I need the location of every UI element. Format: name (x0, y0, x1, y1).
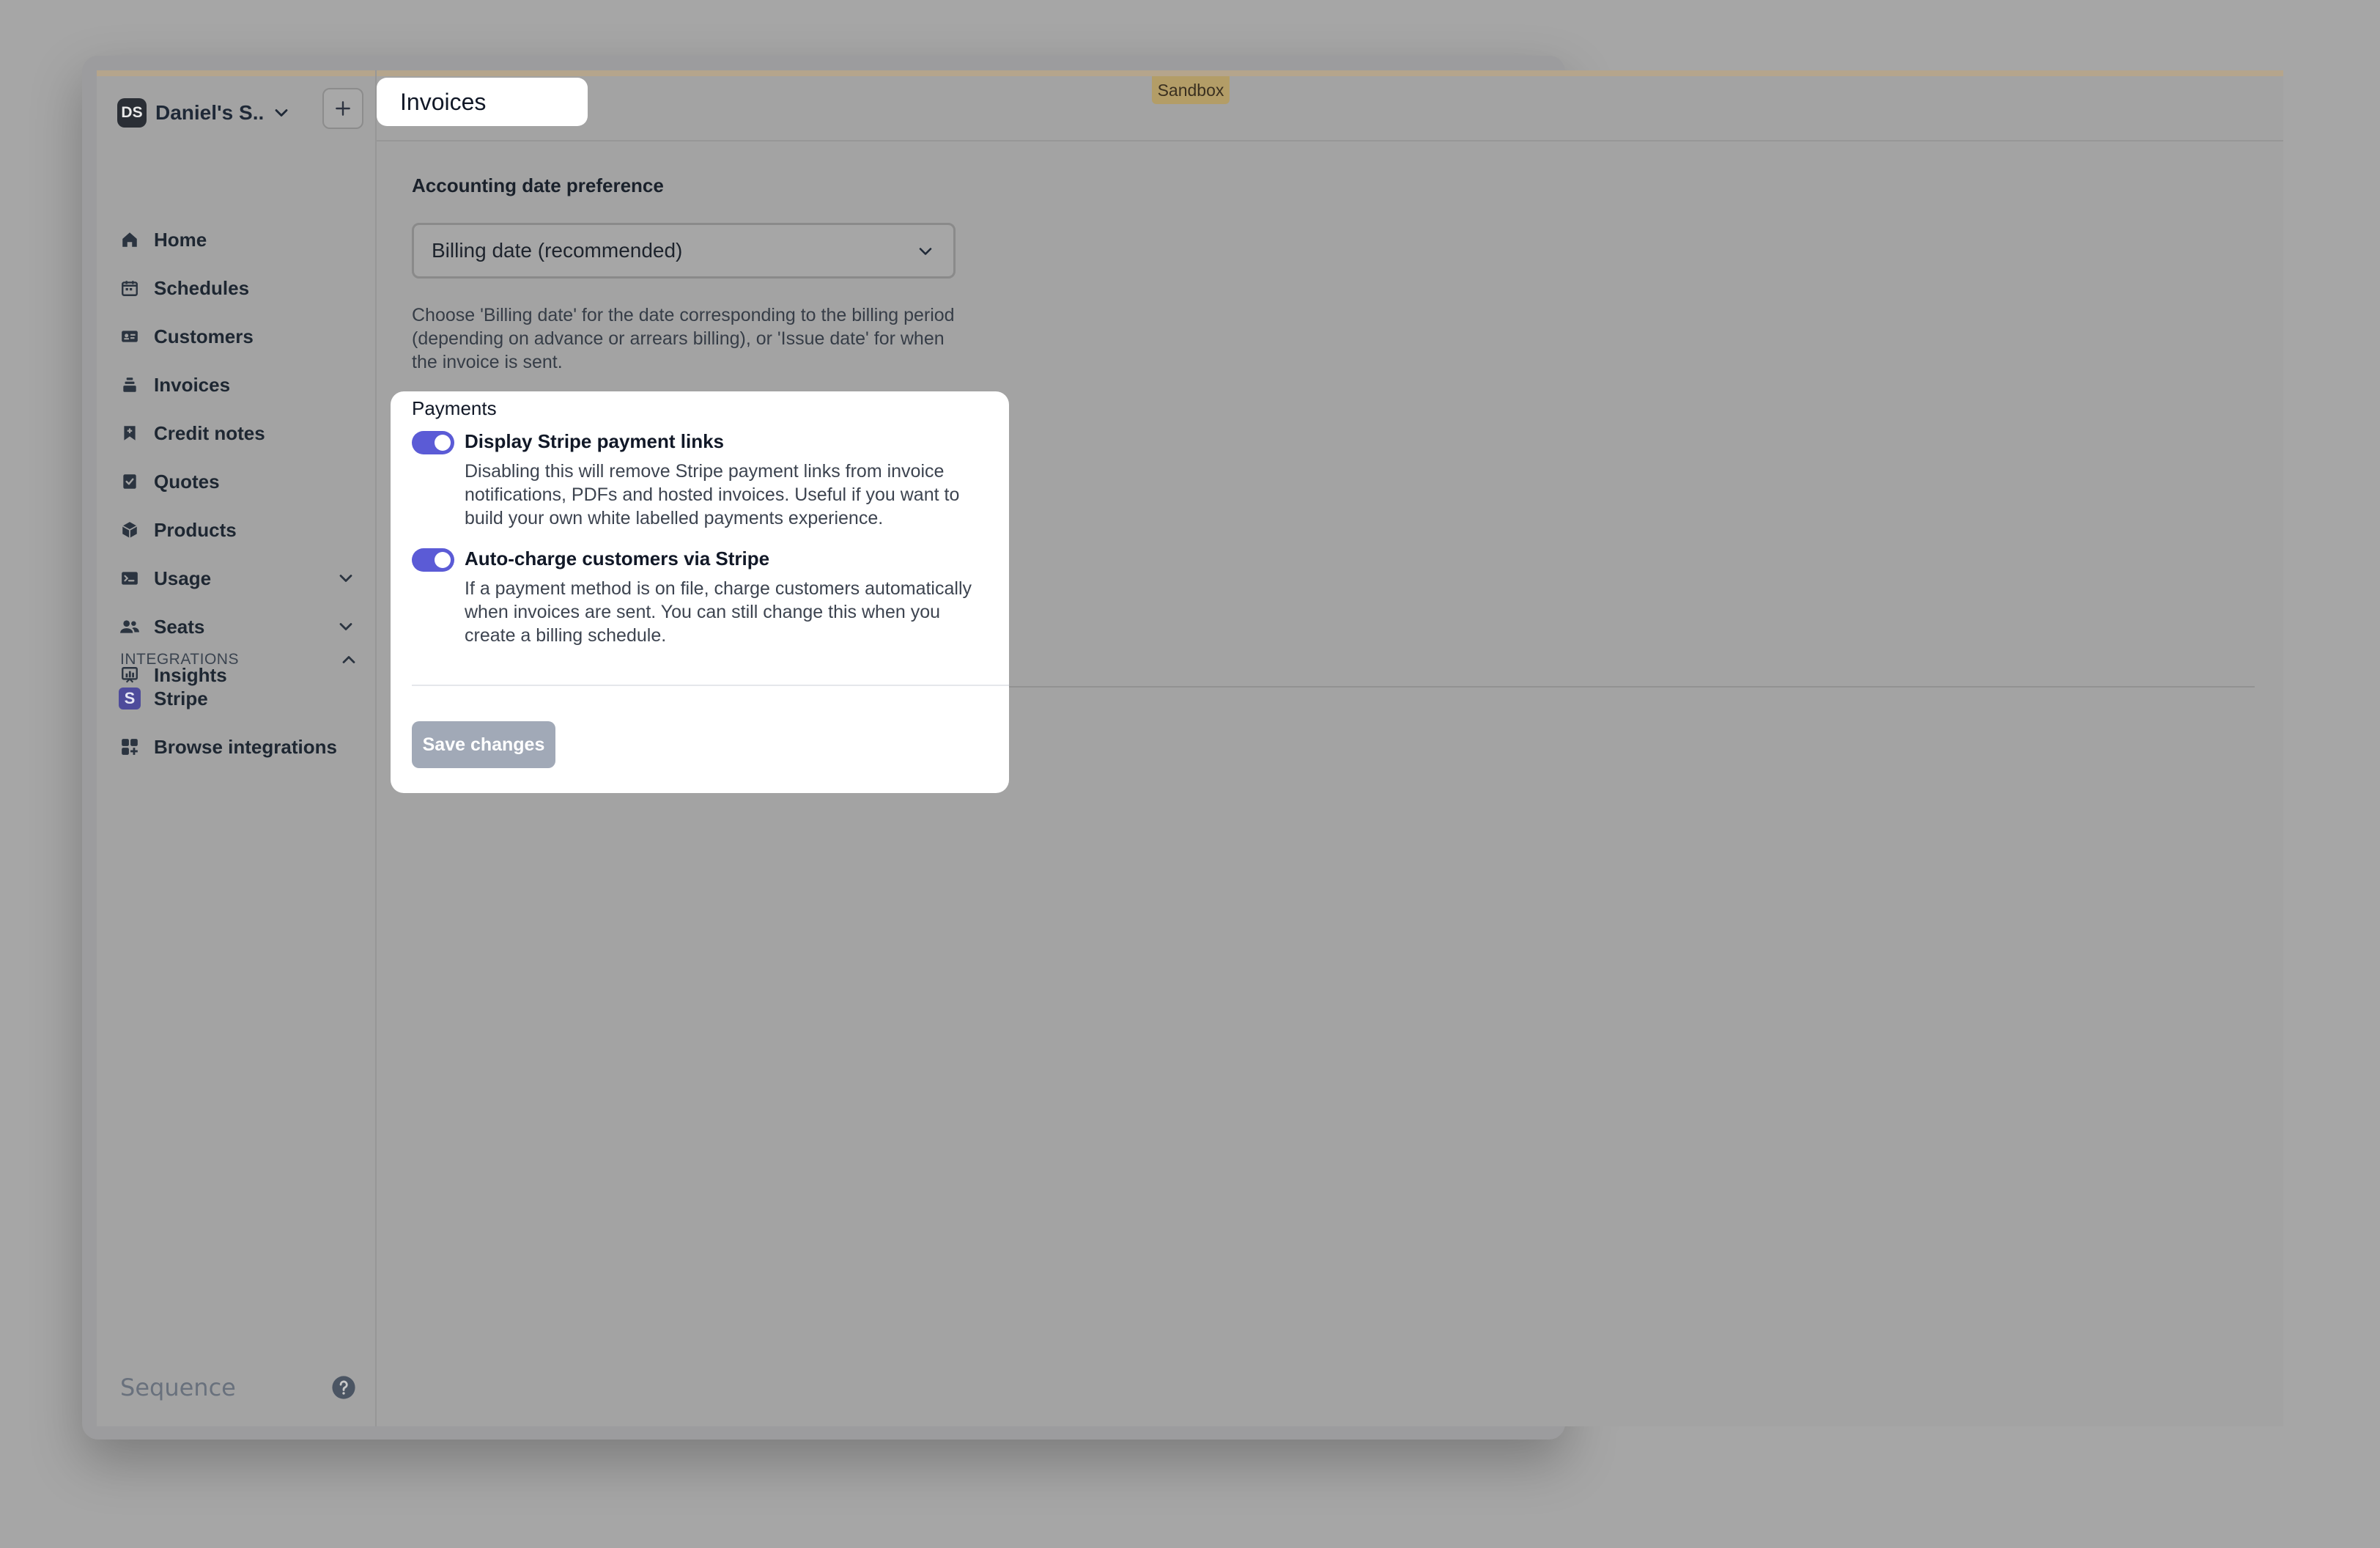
page-title-text: Invoices (400, 88, 487, 115)
sidebar-item-products[interactable]: Products (119, 506, 361, 554)
cube-icon (119, 519, 141, 541)
sidebar-item-label: Stripe (154, 687, 208, 710)
chevron-down-icon (275, 109, 288, 117)
sidebar-item-usage[interactable]: Usage (119, 554, 361, 602)
help-icon[interactable] (331, 1375, 356, 1400)
id-card-icon (119, 325, 141, 347)
plus-icon (336, 101, 350, 116)
workspace-name: Daniel's S... (155, 101, 264, 124)
grid-icon (119, 736, 141, 758)
accounting-date-select[interactable]: Billing date (recommended) (412, 223, 956, 279)
terminal-icon (119, 567, 141, 589)
sidebar-item-browse-integrations[interactable]: Browse integrations (119, 723, 361, 771)
sidebar-item-label: Seats (154, 615, 205, 638)
integrations-section-header[interactable]: INTEGRATIONS (120, 645, 362, 674)
sidebar-item-label: Home (154, 228, 207, 251)
sidebar-item-label: Credit notes (154, 421, 265, 444)
sidebar-item-seats[interactable]: Seats (119, 602, 361, 651)
sidebar-item-quotes[interactable]: Quotes (119, 457, 361, 506)
sidebar-item-schedules[interactable]: Schedules (119, 264, 361, 312)
chevron-up-icon (342, 656, 355, 663)
integrations-heading: INTEGRATIONS (120, 651, 239, 668)
auto-charge-title: Auto-charge customers via Stripe (465, 548, 770, 570)
sidebar-item-credit-notes[interactable]: Credit notes (119, 409, 361, 457)
page-header (377, 70, 2283, 141)
accounting-date-value: Billing date (recommended) (432, 239, 683, 262)
payments-card: Payments Display Stripe payment links Di… (391, 391, 1009, 793)
stripe-links-title: Display Stripe payment links (465, 430, 725, 452)
sidebar-nav: Home Schedules Customers Invoices Credit… (119, 215, 361, 699)
page-title: Invoices (377, 78, 588, 126)
sidebar-item-customers[interactable]: Customers (119, 312, 361, 361)
home-icon (119, 229, 141, 251)
auto-charge-description: If a payment method is on file, charge c… (465, 578, 972, 646)
app-window: Sandbox DS Daniel's S... Home Schedules … (97, 70, 2283, 1426)
sidebar: DS Daniel's S... Home Schedules Customer… (97, 70, 377, 1426)
sidebar-item-label: Invoices (154, 373, 231, 396)
sidebar-item-stripe[interactable]: S Stripe (119, 674, 361, 723)
integrations-nav: S Stripe Browse integrations (119, 674, 361, 771)
sidebar-item-label: Customers (154, 325, 254, 347)
save-changes-button[interactable]: Save changes (412, 721, 555, 768)
chevron-down-icon[interactable] (336, 616, 356, 637)
sidebar-item-label: Products (154, 518, 237, 541)
users-icon (119, 616, 141, 638)
bookmark-note-icon (119, 422, 141, 444)
chevron-down-icon[interactable] (336, 568, 356, 589)
chevron-down-icon (919, 248, 932, 255)
sidebar-item-home[interactable]: Home (119, 215, 361, 264)
sidebar-item-label: Schedules (154, 276, 250, 299)
sidebar-item-invoices[interactable]: Invoices (119, 361, 361, 409)
stripe-links-toggle[interactable] (412, 431, 454, 454)
check-document-icon (119, 471, 141, 493)
sidebar-item-label: Usage (154, 567, 212, 589)
sidebar-item-label: Browse integrations (154, 735, 337, 758)
payments-heading: Payments (412, 397, 497, 419)
auto-charge-toggle[interactable] (412, 548, 454, 572)
calendar-icon (119, 277, 141, 299)
sidebar-item-label: Quotes (154, 470, 220, 493)
section-divider (1009, 686, 2255, 688)
stripe-icon: S (119, 688, 141, 710)
sequence-logo: Sequence (120, 1374, 236, 1401)
accounting-date-help: Choose 'Billing date' for the date corre… (412, 305, 955, 372)
stripe-links-description: Disabling this will remove Stripe paymen… (465, 461, 960, 528)
invoice-stack-icon (119, 374, 141, 396)
card-divider (412, 685, 1009, 686)
accounting-date-label: Accounting date preference (412, 174, 664, 196)
workspace-avatar: DS (117, 98, 147, 128)
add-button[interactable] (322, 88, 363, 129)
